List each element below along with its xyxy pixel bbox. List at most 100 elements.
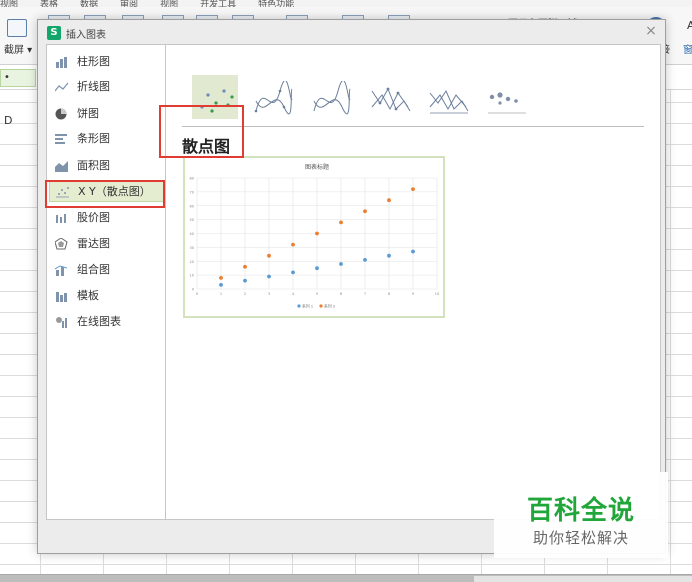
online-chart-icon <box>56 317 67 328</box>
x-tick-label: 6 <box>340 292 342 296</box>
y-tick-label: 10 <box>190 274 194 278</box>
chart-type-label: 折线图 <box>77 80 110 93</box>
chart-type-label: 条形图 <box>77 132 110 145</box>
wps-logo-icon: S <box>47 26 61 40</box>
stock-chart-icon <box>56 214 66 223</box>
x-tick-label: 10 <box>435 292 439 296</box>
data-point <box>363 257 367 262</box>
chart-type-label: 饼图 <box>77 107 99 120</box>
data-point <box>315 231 319 236</box>
y-tick-label: 20 <box>190 260 194 264</box>
y-tick-label: 70 <box>190 190 194 194</box>
legend-marker <box>319 304 323 308</box>
annotation-box-scatter-type <box>45 180 165 208</box>
chart-type-list: 柱形图 折线图 饼图 条形图 面积图 X Y（散点图） 股价图 雷达图 组合图 模板 在线图表 <box>46 44 166 520</box>
data-point <box>243 264 247 269</box>
data-point <box>339 262 343 266</box>
chart-type-label: 组合图 <box>77 263 110 276</box>
chart-type-label: 柱形图 <box>77 55 110 68</box>
y-tick-label: 50 <box>190 218 194 222</box>
chart-type-item[interactable]: 面积图 <box>49 155 165 177</box>
watermark-subtitle: 助你轻松解决 <box>532 529 629 547</box>
data-point <box>339 220 343 225</box>
x-tick-label: 7 <box>364 292 366 296</box>
data-point <box>387 198 391 203</box>
chart-type-item[interactable]: 条形图 <box>49 128 165 150</box>
data-point <box>291 242 295 247</box>
chart-type-item[interactable]: 模板 <box>49 285 165 307</box>
dialog-titlebar[interactable]: S 插入图表 × <box>38 20 665 44</box>
scatter-straight-lines-markers-icon <box>371 87 411 112</box>
line-chart-icon <box>55 82 69 92</box>
column-chart-icon <box>56 57 67 68</box>
x-tick-label: 4 <box>292 292 295 296</box>
annotation-box-section-title <box>159 105 244 158</box>
data-point <box>219 276 223 280</box>
chart-title: 图表标题 <box>305 163 329 171</box>
data-point <box>411 187 415 191</box>
subtype-scatter-straight-lines-markers-button[interactable] <box>366 75 412 119</box>
data-point <box>219 282 223 287</box>
area-chart-icon <box>55 161 68 172</box>
combo-chart-icon <box>55 265 68 276</box>
pie-chart-icon <box>55 108 67 120</box>
scatter-smooth-lines-markers-icon <box>254 81 293 115</box>
chart-type-label: 股价图 <box>77 211 110 224</box>
data-point <box>411 249 415 254</box>
screenshot-icon[interactable] <box>7 19 27 37</box>
chart-type-item[interactable]: 雷达图 <box>49 233 165 255</box>
legend-label: 系列 2 <box>324 303 336 308</box>
legend-label: 系列 1 <box>302 303 314 308</box>
scatter-smooth-lines-icon <box>313 81 351 115</box>
y-tick-label: 0 <box>192 288 194 292</box>
data-point <box>315 266 319 271</box>
name-box[interactable]: • <box>0 69 36 87</box>
chart-type-item[interactable]: 在线图表 <box>49 311 165 333</box>
chart-type-item[interactable]: 组合图 <box>49 259 165 281</box>
chart-type-label: 雷达图 <box>77 237 110 250</box>
x-tick-label: 2 <box>244 292 246 296</box>
chart-type-item[interactable]: 股价图 <box>49 207 165 229</box>
subtype-divider <box>182 126 644 127</box>
subtype-scatter-smooth-lines-markers-button[interactable] <box>250 75 296 119</box>
y-tick-label: 40 <box>190 232 194 236</box>
subtype-bubble-button[interactable] <box>482 75 528 119</box>
scatter-straight-lines-icon <box>429 89 469 114</box>
status-bar <box>0 574 692 582</box>
watermark: 百科全说 助你轻松解决 <box>494 472 668 558</box>
subtype-scatter-smooth-lines-button[interactable] <box>308 75 354 119</box>
ribbon-right-label[interactable]: A <box>687 19 692 32</box>
x-tick-label: 1 <box>220 292 222 296</box>
chart-preview-card[interactable]: 图表标题 0 10 20 30 40 50 60 70 80 0 1 2 3 4 5 6 7 8 9 10 系列 1 系列 … <box>183 156 445 318</box>
y-tick-label: 30 <box>190 246 194 250</box>
template-icon <box>56 292 67 302</box>
bubble-icon <box>488 92 526 114</box>
dialog-title: 插入图表 <box>66 30 106 41</box>
ribbon-right-label-3[interactable]: 窗 <box>683 41 692 56</box>
x-tick-label: 8 <box>388 292 390 296</box>
data-point <box>363 209 367 214</box>
y-tick-label: 60 <box>190 204 194 208</box>
x-tick-label: 0 <box>196 292 198 296</box>
data-point <box>267 274 271 279</box>
data-point <box>267 253 271 258</box>
watermark-title: 百科全说 <box>526 496 635 526</box>
close-icon[interactable]: × <box>643 22 659 40</box>
chart-type-item[interactable]: 柱形图 <box>49 51 165 73</box>
data-point <box>243 278 247 283</box>
x-tick-label: 3 <box>268 292 270 296</box>
y-tick-label: 80 <box>190 177 194 181</box>
chart-type-label: 模板 <box>77 289 99 302</box>
x-tick-label: 5 <box>316 292 318 296</box>
chart-type-item[interactable]: 饼图 <box>49 103 165 125</box>
data-point <box>291 270 295 275</box>
chart-type-item[interactable]: 折线图 <box>49 76 165 98</box>
x-tick-label: 9 <box>412 292 414 296</box>
chart-type-label: 面积图 <box>77 159 110 172</box>
scatter-preview-chart: 图表标题 0 10 20 30 40 50 60 70 80 0 1 2 3 4 5 6 7 8 9 10 系列 1 系列 … <box>190 163 440 308</box>
bar-chart-icon <box>55 134 67 144</box>
subtype-scatter-straight-lines-button[interactable] <box>424 75 470 119</box>
menu-bar: 视图 表格 数据 审阅 视图 开发工具 特色功能 <box>0 0 692 7</box>
screenshot-button-label[interactable]: 截屏 ▾ <box>4 41 32 56</box>
horizontal-scrollbar[interactable] <box>474 576 692 582</box>
